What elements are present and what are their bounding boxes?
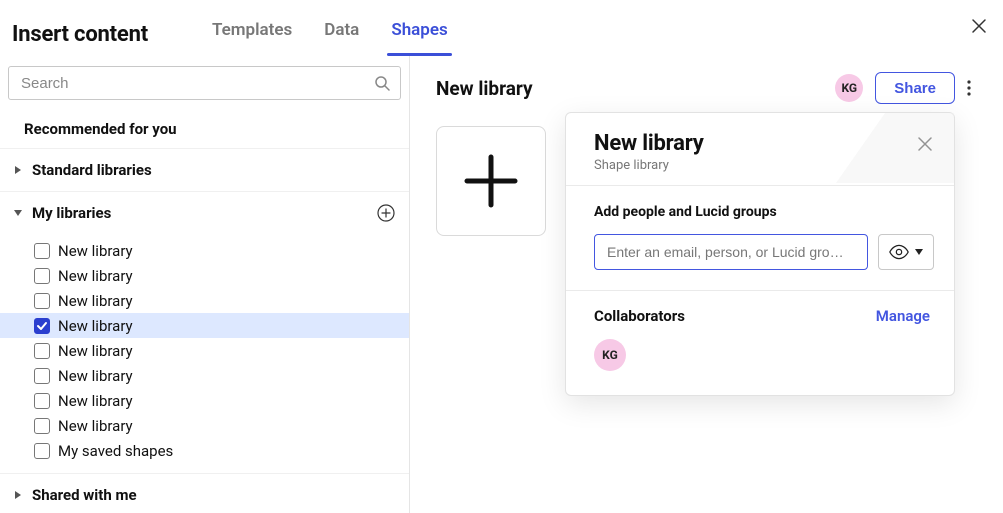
library-item-label: New library (58, 242, 133, 260)
library-item[interactable]: New library (0, 288, 409, 313)
caret-right-icon (14, 491, 22, 499)
add-library-icon[interactable] (377, 204, 395, 222)
tab-data[interactable]: Data (320, 12, 363, 56)
search-input[interactable] (19, 74, 374, 93)
panel-title: Insert content (12, 22, 148, 47)
my-libraries-list: New library New library New library New lib… (0, 234, 409, 474)
chevron-down-icon (915, 249, 923, 255)
collaborators-label: Collaborators (594, 307, 876, 325)
recommended-section-header[interactable]: Recommended for you (0, 110, 409, 149)
panel-header: Insert content Templates Data Shapes (0, 0, 1003, 56)
library-title: New library (436, 77, 823, 100)
search-icon (374, 75, 390, 91)
my-libraries-label: My libraries (32, 204, 367, 222)
caret-right-icon (14, 166, 22, 174)
add-people-label: Add people and Lucid groups (594, 204, 934, 220)
library-item[interactable]: New library (0, 388, 409, 413)
header-tabs: Templates Data Shapes (208, 12, 452, 56)
library-item-label: New library (58, 392, 133, 410)
search-input-wrap[interactable] (8, 66, 401, 100)
library-item-label: New library (58, 292, 133, 310)
library-item[interactable]: New library (0, 238, 409, 263)
my-libraries-toggle[interactable]: My libraries (0, 192, 409, 234)
collaborator-avatar[interactable]: KG (594, 339, 626, 371)
library-item[interactable]: New library (0, 338, 409, 363)
standard-libraries-toggle[interactable]: Standard libraries (0, 149, 409, 192)
shared-with-me-toggle[interactable]: Shared with me (0, 474, 409, 513)
library-checkbox[interactable] (34, 318, 50, 334)
library-item-label: My saved shapes (58, 442, 173, 460)
eye-icon (889, 244, 909, 260)
library-item-label: New library (58, 417, 133, 435)
library-item-label: New library (58, 317, 133, 335)
library-checkbox[interactable] (34, 343, 50, 359)
library-checkbox[interactable] (34, 243, 50, 259)
share-popover: New library Shape library Add people and… (565, 112, 955, 396)
tab-templates[interactable]: Templates (208, 12, 296, 56)
popover-title: New library (594, 131, 918, 156)
left-sidebar: Recommended for you Standard libraries M… (0, 56, 410, 513)
standard-libraries-label: Standard libraries (32, 161, 395, 179)
invite-input[interactable] (594, 234, 868, 270)
library-item[interactable]: My saved shapes (0, 438, 409, 463)
popover-close-icon[interactable] (918, 137, 932, 151)
shared-with-me-label: Shared with me (32, 486, 395, 504)
more-options-icon[interactable] (967, 80, 983, 96)
library-item[interactable]: New library (0, 263, 409, 288)
library-item[interactable]: New library (0, 413, 409, 438)
library-item-label: New library (58, 367, 133, 385)
library-checkbox[interactable] (34, 443, 50, 459)
library-item-label: New library (58, 267, 133, 285)
caret-down-icon (14, 209, 22, 217)
manage-link[interactable]: Manage (876, 307, 930, 325)
owner-avatar[interactable]: KG (835, 74, 863, 102)
library-item-label: New library (58, 342, 133, 360)
tab-shapes[interactable]: Shapes (387, 12, 451, 56)
library-header: New library KG Share (410, 56, 1003, 120)
library-checkbox[interactable] (34, 268, 50, 284)
popover-subtitle: Shape library (594, 158, 918, 173)
permission-dropdown[interactable] (878, 234, 934, 270)
library-checkbox[interactable] (34, 293, 50, 309)
library-item[interactable]: New library (0, 313, 409, 338)
close-icon[interactable] (971, 18, 987, 34)
library-checkbox[interactable] (34, 393, 50, 409)
add-shape-tile[interactable] (436, 126, 546, 236)
library-item[interactable]: New library (0, 363, 409, 388)
share-button[interactable]: Share (875, 72, 955, 104)
library-checkbox[interactable] (34, 368, 50, 384)
library-checkbox[interactable] (34, 418, 50, 434)
